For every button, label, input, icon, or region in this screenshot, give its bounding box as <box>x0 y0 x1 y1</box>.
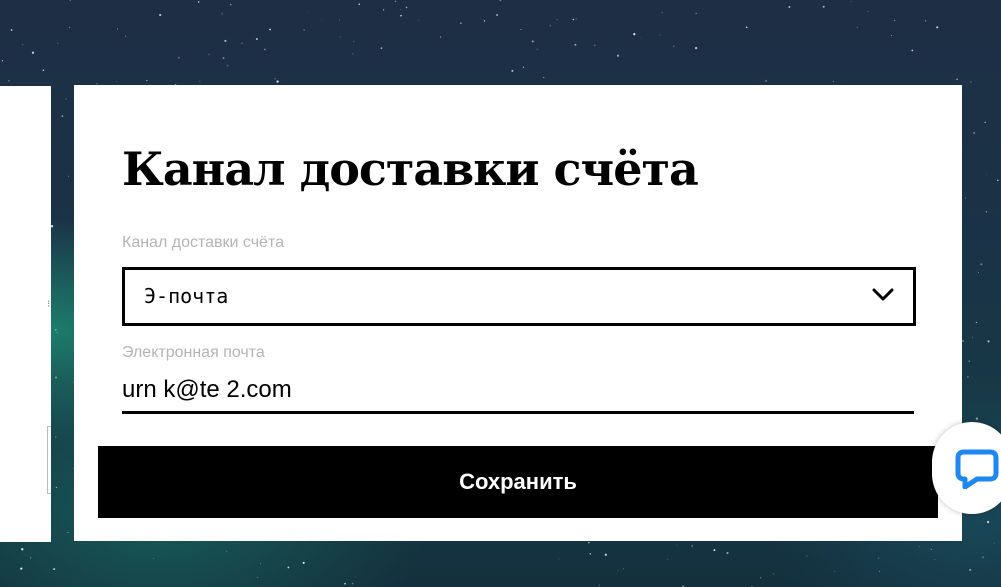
delivery-channel-value: Э-почта <box>144 284 229 308</box>
email-label: Электронная почта <box>122 344 265 361</box>
side-panel-input-fragment <box>47 426 51 494</box>
delivery-channel-select[interactable]: Э-почта <box>122 267 916 326</box>
chevron-down-icon <box>872 288 894 301</box>
chat-bubble-icon <box>955 449 999 489</box>
delivery-channel-label: Канал доставки счёта <box>122 234 284 251</box>
chat-widget-button[interactable] <box>932 422 1001 514</box>
save-button[interactable]: Сохранить <box>98 446 938 518</box>
page-title: Канал доставки счёта <box>122 142 699 196</box>
side-panel-mark: ⁝ <box>47 299 51 310</box>
email-value: urn k@te 2.com <box>122 376 292 403</box>
email-field[interactable]: urn k@te 2.com <box>122 371 914 414</box>
side-panel-fragment: ⁝ <box>0 86 51 542</box>
billing-channel-card: Канал доставки счёта Канал доставки счёт… <box>74 85 962 541</box>
